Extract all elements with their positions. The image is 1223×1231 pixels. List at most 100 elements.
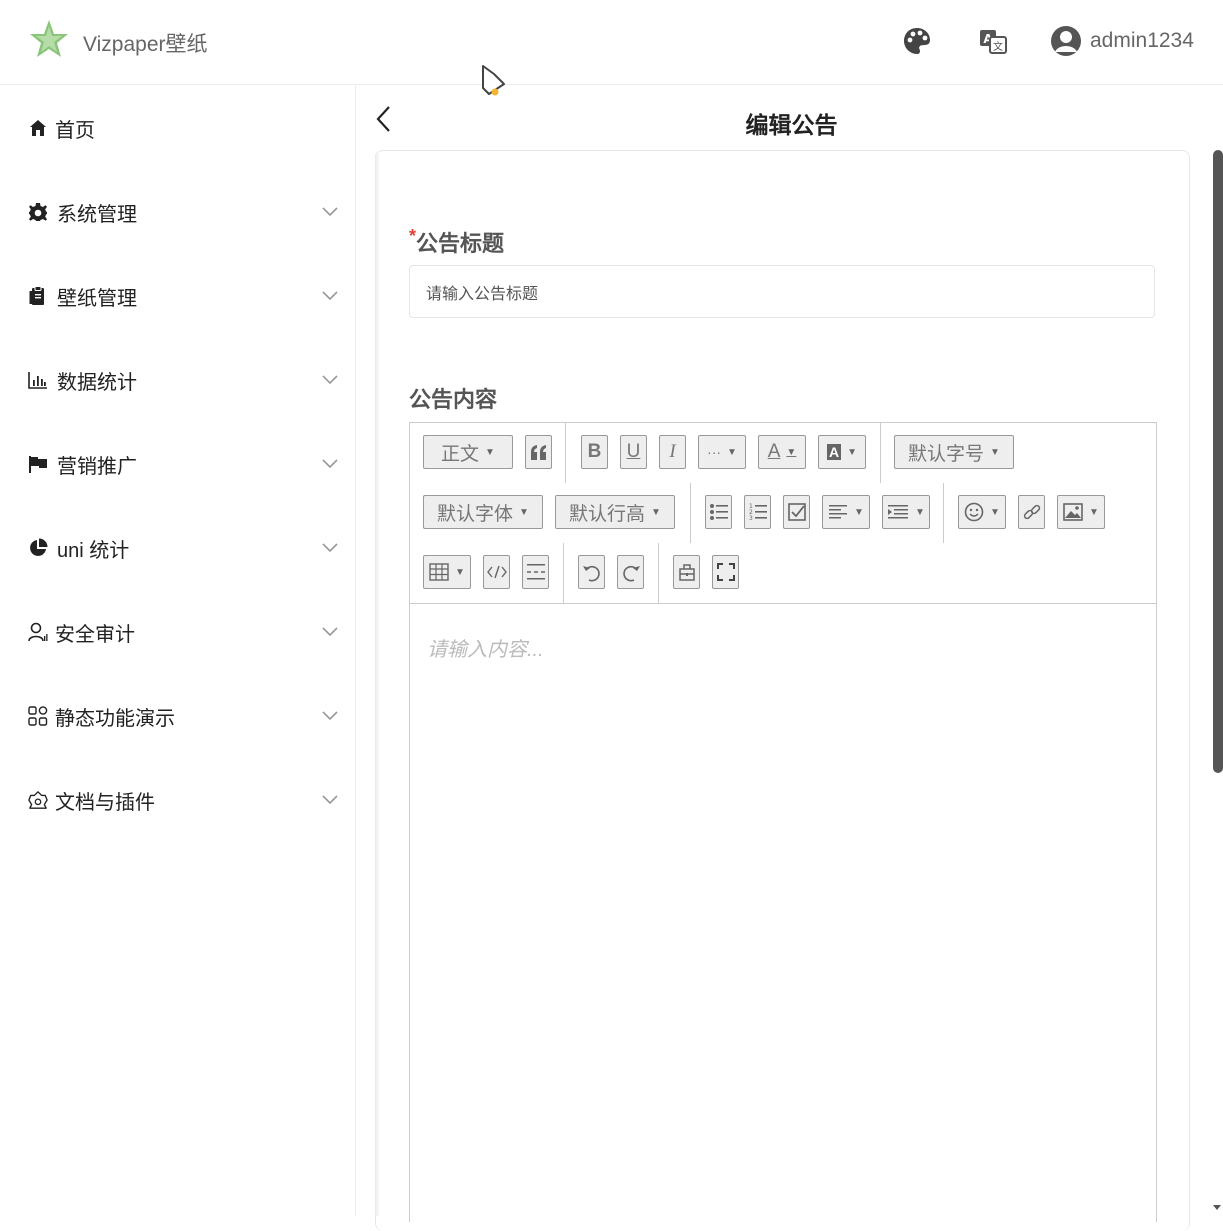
eraser-icon <box>678 564 695 581</box>
indent-dropdown[interactable]: ▼ <box>882 495 930 529</box>
toolbar-divider <box>565 423 566 483</box>
chevron-down-icon <box>322 207 338 217</box>
sidebar-item-label: 数据统计 <box>57 371 137 394</box>
scroll-down-arrow-icon[interactable] <box>1212 1202 1222 1212</box>
chevron-down-icon <box>322 627 338 637</box>
paragraph-format-label: 正文 <box>441 443 480 465</box>
user-avatar-icon <box>1051 26 1081 56</box>
sidebar-item-static-demo[interactable]: 静态功能演示 <box>0 688 355 744</box>
blockquote-button[interactable] <box>525 435 552 469</box>
grid-icon <box>28 706 48 726</box>
sidebar-item-label: 静态功能演示 <box>55 707 175 730</box>
undo-button[interactable] <box>578 555 605 589</box>
toolbar-divider <box>690 483 691 543</box>
page-title: 编辑公告 <box>745 112 838 138</box>
sidebar-item-marketing[interactable]: 营销推广 <box>0 436 355 492</box>
scrollbar-thumb[interactable] <box>1213 150 1223 773</box>
bg-color-label: A <box>826 444 842 460</box>
bulleted-list-icon <box>709 504 728 520</box>
quote-icon <box>530 445 546 460</box>
smiley-icon <box>964 502 984 522</box>
divider-line-icon <box>526 564 545 580</box>
user-menu[interactable]: admin1234 <box>1050 24 1194 58</box>
font-size-dropdown[interactable]: 默认字号 ▼ <box>894 435 1014 469</box>
font-color-dropdown[interactable]: A ▼ <box>758 435 806 469</box>
bold-label: B <box>587 441 602 462</box>
content-field-label: 公告内容 <box>409 387 498 412</box>
code-button[interactable] <box>483 555 510 589</box>
chevron-down-icon <box>322 375 338 385</box>
plugin-icon <box>28 790 48 810</box>
redo-icon <box>622 565 640 582</box>
sidebar-item-statistics[interactable]: 数据统计 <box>0 352 355 408</box>
line-height-label: 默认行高 <box>569 503 646 525</box>
translate-icon[interactable]: A 文 <box>978 26 1008 56</box>
redo-button[interactable] <box>617 555 644 589</box>
sidebar-item-uni-stats[interactable]: uni 统计 <box>0 520 355 576</box>
todo-list-button[interactable] <box>783 495 810 529</box>
pie-chart-icon <box>28 538 48 558</box>
italic-button[interactable]: I <box>659 435 686 469</box>
underline-label: U <box>626 441 641 462</box>
horizontal-rule-button[interactable] <box>522 555 549 589</box>
numbered-list-button[interactable]: 123 <box>744 495 771 529</box>
sidebar: 首页 系统管理 壁纸管理 数据统计 营销推广 uni 统计 安全审计 静态功能演… <box>0 85 356 1216</box>
insert-table-dropdown[interactable]: ▼ <box>423 555 471 589</box>
content-placeholder[interactable]: 请输入内容... <box>427 633 544 662</box>
more-styles-dropdown[interactable]: ··· ▼ <box>698 435 746 469</box>
align-dropdown[interactable]: ▼ <box>822 495 870 529</box>
link-icon <box>1023 504 1040 520</box>
checkbox-icon <box>787 503 806 521</box>
paragraph-format-dropdown[interactable]: 正文 ▼ <box>423 435 513 469</box>
sidebar-item-docs-plugins[interactable]: 文档与插件 <box>0 772 355 828</box>
italic-label: I <box>669 441 676 462</box>
sidebar-item-security-audit[interactable]: 安全审计 <box>0 604 355 660</box>
sidebar-item-label: 壁纸管理 <box>57 287 137 310</box>
title-field-label: *公告标题 <box>409 226 504 258</box>
toolbar-bottom-border <box>410 603 1156 604</box>
bar-chart-icon <box>28 370 48 390</box>
font-size-label: 默认字号 <box>908 443 985 465</box>
chevron-down-icon <box>322 795 338 805</box>
toolbar-divider <box>880 423 881 483</box>
username: admin1234 <box>1090 29 1194 52</box>
card-shadow <box>375 154 380 1216</box>
code-icon <box>486 565 507 579</box>
clear-format-button[interactable] <box>673 555 700 589</box>
svg-text:文: 文 <box>993 40 1003 53</box>
gear-icon <box>28 202 48 222</box>
chevron-down-icon <box>322 291 338 301</box>
mouse-cursor-icon <box>482 65 505 96</box>
top-header: Vizpaper壁纸 A 文 admin1234 <box>0 0 1223 85</box>
line-height-dropdown[interactable]: 默认行高 ▼ <box>555 495 675 529</box>
emoji-dropdown[interactable]: ▼ <box>958 495 1006 529</box>
insert-link-button[interactable] <box>1018 495 1045 529</box>
sidebar-item-label: 营销推广 <box>57 455 137 478</box>
font-family-label: 默认字体 <box>437 503 514 525</box>
palette-icon[interactable] <box>902 26 932 56</box>
sidebar-item-system[interactable]: 系统管理 <box>0 184 355 240</box>
star-logo-icon[interactable] <box>28 18 70 60</box>
insert-image-dropdown[interactable]: ▼ <box>1057 495 1105 529</box>
more-label: ··· <box>707 444 722 460</box>
table-icon <box>429 563 449 581</box>
indent-icon <box>888 505 909 519</box>
toolbar-divider <box>943 483 944 543</box>
chevron-down-icon <box>322 543 338 553</box>
sidebar-item-wallpaper[interactable]: 壁纸管理 <box>0 268 355 324</box>
background-color-dropdown[interactable]: A ▼ <box>818 435 866 469</box>
font-family-dropdown[interactable]: 默认字体 ▼ <box>423 495 543 529</box>
bulleted-list-button[interactable] <box>705 495 732 529</box>
undo-icon <box>582 565 600 582</box>
sidebar-item-label: 安全审计 <box>55 623 135 646</box>
clipboard-icon <box>28 286 48 306</box>
bold-button[interactable]: B <box>581 435 608 469</box>
fullscreen-button[interactable] <box>712 555 739 589</box>
font-color-label: A <box>767 441 781 462</box>
required-mark: * <box>409 226 417 246</box>
fullscreen-icon <box>716 563 735 581</box>
underline-button[interactable]: U <box>620 435 647 469</box>
chevron-down-icon <box>322 459 338 469</box>
title-input[interactable]: 请输入公告标题 <box>409 265 1155 318</box>
rich-text-editor: 正文 ▼ B U I ··· ▼ A ▼ A ▼ 默认字号 ▼ 默认字体 ▼ 默认行高 ▼ 1… <box>409 422 1157 1222</box>
